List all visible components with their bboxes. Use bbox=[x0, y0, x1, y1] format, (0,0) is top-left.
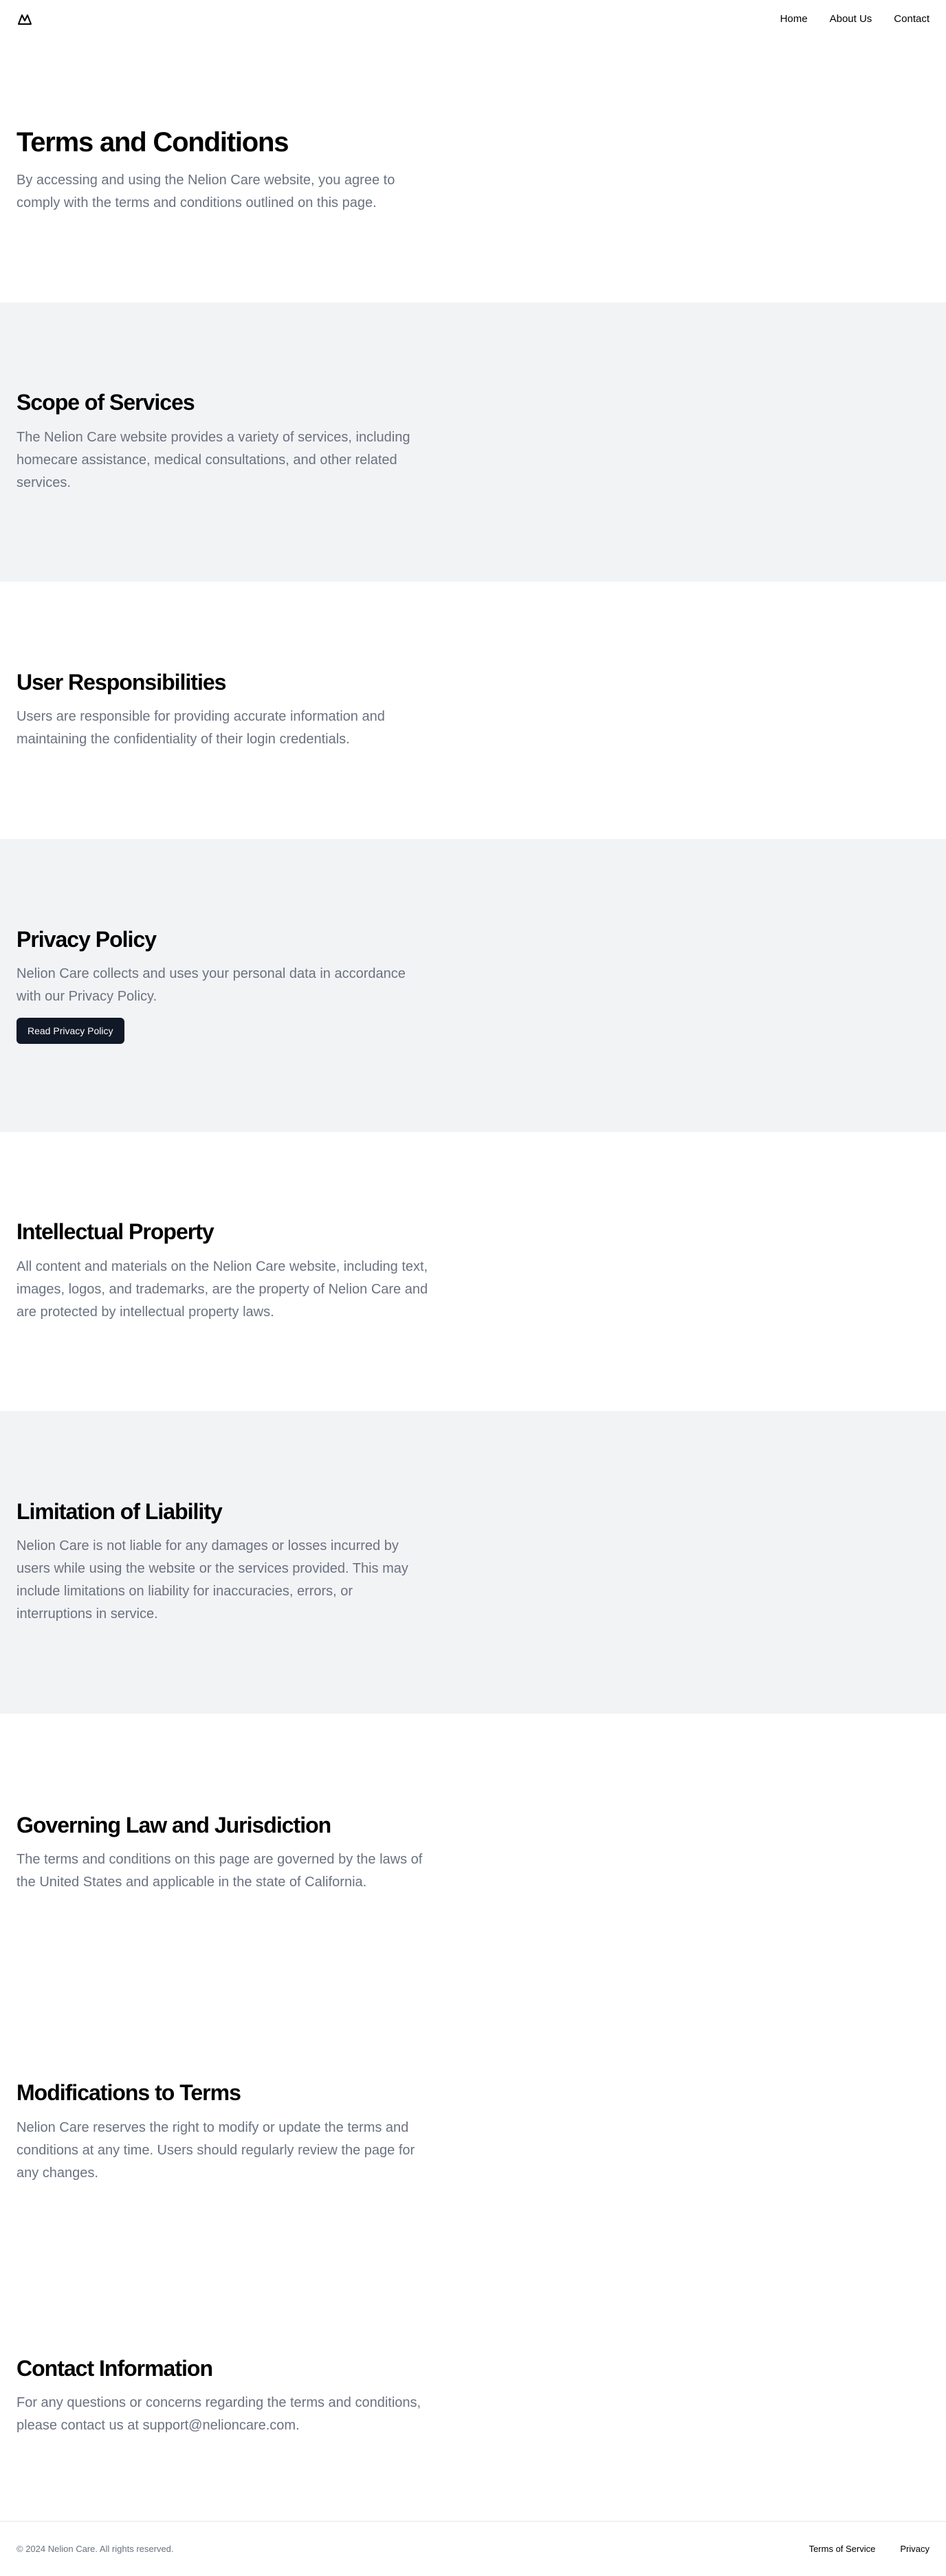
governing-law-heading: Governing Law and Jurisdiction bbox=[16, 1812, 331, 1837]
privacy-heading: Privacy Policy bbox=[16, 926, 157, 952]
footer-privacy-link[interactable]: Privacy bbox=[900, 2544, 930, 2554]
nav-contact-link[interactable]: Contact bbox=[894, 12, 930, 26]
contact-section: Contact Information For any questions or… bbox=[0, 2272, 946, 2521]
footer-links: Terms of Service Privacy bbox=[809, 2544, 930, 2554]
modifications-text: Nelion Care reserves the right to modify… bbox=[16, 2119, 415, 2181]
nav-home-link[interactable]: Home bbox=[780, 12, 808, 26]
modifications-heading: Modifications to Terms bbox=[16, 2080, 241, 2106]
user-responsibilities-text: Users are responsible for providing accu… bbox=[16, 709, 385, 747]
mountain-logo-icon bbox=[18, 14, 32, 25]
modifications-section: Modifications to Terms Nelion Care reser… bbox=[0, 1993, 946, 2272]
scope-heading: Scope of Services bbox=[16, 390, 195, 415]
main-nav: Home About Us Contact bbox=[780, 12, 930, 26]
user-responsibilities-heading: User Responsibilities bbox=[16, 669, 226, 695]
liability-heading: Limitation of Liability bbox=[16, 1498, 223, 1524]
scope-text: The Nelion Care website provides a varie… bbox=[16, 429, 410, 490]
nav-about-us-link[interactable]: About Us bbox=[830, 12, 872, 26]
privacy-text: Nelion Care collects and uses your perso… bbox=[16, 966, 406, 1005]
governing-law-text: The terms and conditions on this page ar… bbox=[16, 1852, 423, 1890]
scope-section: Scope of Services The Nelion Care websit… bbox=[0, 303, 946, 582]
read-privacy-policy-button[interactable]: Read Privacy Policy bbox=[16, 1018, 124, 1045]
terms-section: Terms and Conditions By accessing and us… bbox=[0, 39, 946, 303]
contact-heading: Contact Information bbox=[16, 2355, 213, 2381]
contact-text: For any questions or concerns regarding … bbox=[16, 2395, 421, 2434]
site-footer: © 2024 Nelion Care. All rights reserved.… bbox=[0, 2521, 946, 2576]
intellectual-property-text: All content and materials on the Nelion … bbox=[16, 1258, 428, 1320]
page-title: Terms and Conditions bbox=[16, 127, 289, 157]
copyright-text: © 2024 Nelion Care. All rights reserved. bbox=[16, 2544, 174, 2554]
liability-text: Nelion Care is not liable for any damage… bbox=[16, 1538, 408, 1622]
governing-law-section: Governing Law and Jurisdiction The terms… bbox=[0, 1714, 946, 1993]
user-responsibilities-section: User Responsibilities Users are responsi… bbox=[0, 582, 946, 839]
privacy-section: Privacy Policy Nelion Care collects and … bbox=[0, 839, 946, 1132]
terms-intro-text: By accessing and using the Nelion Care w… bbox=[16, 173, 395, 210]
site-header: Home About Us Contact bbox=[0, 0, 946, 39]
intellectual-property-section: Intellectual Property All content and ma… bbox=[0, 1132, 946, 1411]
liability-section: Limitation of Liability Nelion Care is n… bbox=[0, 1411, 946, 1714]
logo-link[interactable] bbox=[16, 11, 33, 28]
intellectual-property-heading: Intellectual Property bbox=[16, 1219, 214, 1245]
footer-terms-link[interactable]: Terms of Service bbox=[809, 2544, 876, 2554]
